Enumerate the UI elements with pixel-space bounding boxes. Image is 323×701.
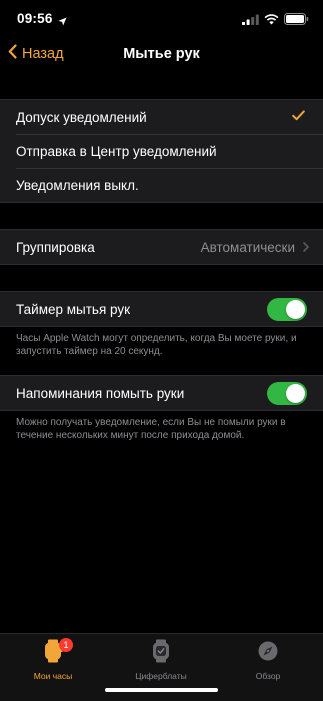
- alert-style-section: Допуск уведомлений Отправка в Центр увед…: [0, 99, 323, 203]
- tab-label: Циферблаты: [135, 671, 187, 681]
- handwashing-timer-section: Таймер мытья рук: [0, 291, 323, 327]
- toggle-knob: [286, 383, 305, 403]
- status-time: 09:56: [17, 11, 53, 26]
- location-arrow-icon: [58, 13, 67, 31]
- handwashing-reminders-section: Напоминания помыть руки: [0, 375, 323, 411]
- grouping-section: Группировка Автоматически: [0, 229, 323, 265]
- tab-discover[interactable]: Обзор: [228, 639, 308, 681]
- handwashing-timer-label: Таймер мытья рук: [16, 301, 131, 317]
- compass-icon: [257, 639, 279, 668]
- handwashing-reminders-label: Напоминания помыть руки: [16, 385, 185, 401]
- alert-option-label: Уведомления выкл.: [16, 177, 139, 193]
- alert-option-off[interactable]: Уведомления выкл.: [0, 168, 323, 202]
- alert-option-label: Допуск уведомлений: [16, 109, 147, 125]
- handwashing-reminders-footer: Можно получать уведомление, если Вы не п…: [16, 417, 286, 441]
- home-indicator[interactable]: [105, 688, 218, 692]
- toggle-knob: [286, 299, 305, 319]
- alert-option-allow[interactable]: Допуск уведомлений: [0, 100, 323, 134]
- battery-icon: [284, 12, 309, 30]
- watch-faces-icon: [150, 639, 172, 668]
- handwashing-reminders-row: Напоминания помыть руки: [0, 376, 323, 410]
- handwashing-timer-row: Таймер мытья рук: [0, 292, 323, 326]
- tab-label: Обзор: [255, 671, 281, 681]
- handwashing-timer-footer: Часы Apple Watch могут определить, когда…: [16, 333, 297, 357]
- alert-option-label: Отправка в Центр уведомлений: [16, 143, 217, 159]
- checkmark-icon: [292, 109, 305, 124]
- tab-my-watch[interactable]: 1 Мои часы: [13, 638, 93, 681]
- grouping-value: Автоматически: [200, 239, 295, 255]
- cellular-signal-icon: [242, 12, 259, 30]
- status-bar: 09:56: [0, 0, 323, 38]
- grouping-row[interactable]: Группировка Автоматически: [0, 230, 323, 264]
- handwashing-timer-toggle[interactable]: [267, 297, 307, 321]
- chevron-right-icon: [303, 242, 309, 252]
- alert-option-notification-center[interactable]: Отправка в Центр уведомлений: [0, 134, 323, 168]
- grouping-label: Группировка: [16, 239, 95, 255]
- navigation-bar: Назад Мытье рук: [0, 38, 323, 74]
- handwashing-reminders-toggle[interactable]: [267, 381, 307, 405]
- tab-label: Мои часы: [33, 671, 73, 681]
- notification-badge: 1: [59, 638, 73, 652]
- wifi-icon: [264, 12, 279, 30]
- tab-watch-faces[interactable]: Циферблаты: [121, 639, 201, 681]
- page-title: Мытье рук: [123, 46, 200, 62]
